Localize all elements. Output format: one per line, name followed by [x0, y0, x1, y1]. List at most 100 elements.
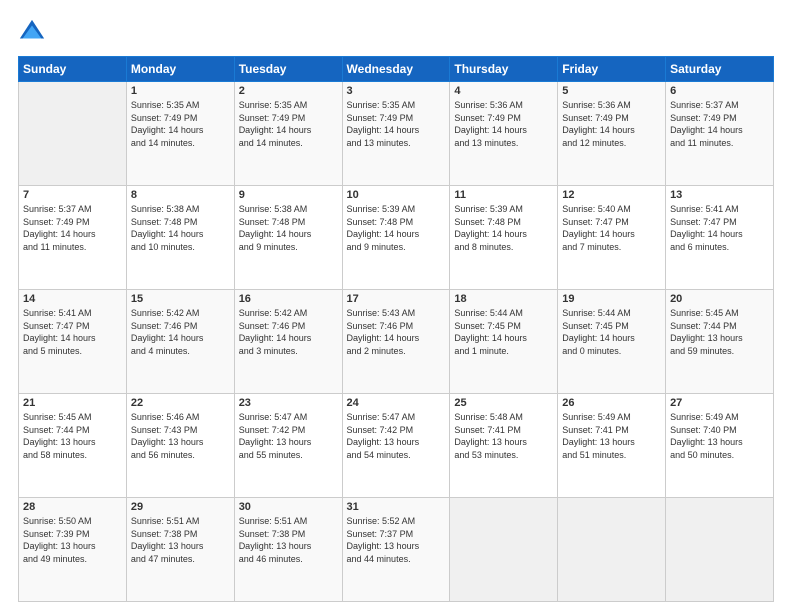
- day-number: 18: [454, 293, 553, 305]
- calendar-cell: 8Sunrise: 5:38 AMSunset: 7:48 PMDaylight…: [126, 186, 234, 290]
- day-info: Sunrise: 5:39 AMSunset: 7:48 PMDaylight:…: [454, 203, 553, 253]
- week-row-1: 7 Sunrise: 5:37 AMSunset: 7:49 PMDaylight…: [19, 186, 774, 290]
- day-number: 24: [347, 397, 446, 409]
- day-info: Sunrise: 5:43 AMSunset: 7:46 PMDaylight:…: [347, 307, 446, 357]
- day-number: 25: [454, 397, 553, 409]
- calendar-cell: 2Sunrise: 5:35 AMSunset: 7:49 PMDaylight…: [234, 82, 342, 186]
- day-info: Sunrise: 5:46 AMSunset: 7:43 PMDaylight:…: [131, 411, 230, 461]
- day-number: 17: [347, 293, 446, 305]
- calendar-cell: 23 Sunrise: 5:47 AMSunset: 7:42 PMDayligh…: [234, 394, 342, 498]
- day-number: 8: [131, 189, 230, 201]
- day-info: Sunrise: 5:42 AMSunset: 7:46 PMDaylight:…: [239, 307, 338, 357]
- day-number: 26: [562, 397, 661, 409]
- header-cell-sunday: Sunday: [19, 57, 127, 82]
- day-number: 6: [670, 85, 769, 97]
- calendar-cell: 7 Sunrise: 5:37 AMSunset: 7:49 PMDaylight…: [19, 186, 127, 290]
- day-number: 30: [239, 501, 338, 513]
- day-number: 27: [670, 397, 769, 409]
- day-info: Sunrise: 5:47 AMSunset: 7:42 PMDaylight:…: [239, 411, 338, 461]
- calendar-cell: 10Sunrise: 5:39 AMSunset: 7:48 PMDayligh…: [342, 186, 450, 290]
- calendar-header: SundayMondayTuesdayWednesdayThursdayFrid…: [19, 57, 774, 82]
- calendar-cell: 1Sunrise: 5:35 AMSunset: 7:49 PMDaylight…: [126, 82, 234, 186]
- day-info: Sunrise: 5:35 AMSunset: 7:49 PMDaylight:…: [239, 99, 338, 149]
- day-info: Sunrise: 5:51 AMSunset: 7:38 PMDaylight:…: [239, 515, 338, 565]
- calendar-body: 1 Sunrise: 5:35 AMSunset: 7:49 PMDaylight…: [19, 82, 774, 602]
- calendar-cell: 27Sunrise: 5:49 AMSunset: 7:40 PMDayligh…: [666, 394, 774, 498]
- header-cell-friday: Friday: [558, 57, 666, 82]
- day-number: 3: [347, 85, 446, 97]
- header: [18, 18, 774, 46]
- calendar-cell: 21Sunrise: 5:45 AMSunset: 7:44 PMDayligh…: [19, 394, 127, 498]
- day-info: Sunrise: 5:41 AMSunset: 7:47 PMDaylight:…: [23, 307, 122, 357]
- calendar-cell: 15Sunrise: 5:42 AMSunset: 7:46 PMDayligh…: [126, 290, 234, 394]
- header-cell-saturday: Saturday: [666, 57, 774, 82]
- calendar-cell: 12Sunrise: 5:40 AMSunset: 7:47 PMDayligh…: [558, 186, 666, 290]
- week-row-4: 28 Sunrise: 5:50 AMSunset: 7:39 PMDayligh…: [19, 498, 774, 602]
- calendar-cell: 13 Sunrise: 5:41 AMSunset: 7:47 PMDayligh…: [666, 186, 774, 290]
- calendar-cell: 22 Sunrise: 5:46 AMSunset: 7:43 PMDayligh…: [126, 394, 234, 498]
- day-info: Sunrise: 5:52 AMSunset: 7:37 PMDaylight:…: [347, 515, 446, 565]
- day-number: 22: [131, 397, 230, 409]
- day-number: 28: [23, 501, 122, 513]
- day-number: 11: [454, 189, 553, 201]
- calendar-cell: 17 Sunrise: 5:43 AMSunset: 7:46 PMDayligh…: [342, 290, 450, 394]
- header-cell-thursday: Thursday: [450, 57, 558, 82]
- day-number: 31: [347, 501, 446, 513]
- calendar-cell: 9 Sunrise: 5:38 AMSunset: 7:48 PMDaylight…: [234, 186, 342, 290]
- calendar-cell: 16 Sunrise: 5:42 AMSunset: 7:46 PMDayligh…: [234, 290, 342, 394]
- logo-icon: [18, 18, 46, 46]
- day-info: Sunrise: 5:44 AMSunset: 7:45 PMDaylight:…: [454, 307, 553, 357]
- day-info: Sunrise: 5:41 AMSunset: 7:47 PMDaylight:…: [670, 203, 769, 253]
- week-row-3: 21Sunrise: 5:45 AMSunset: 7:44 PMDayligh…: [19, 394, 774, 498]
- calendar-cell: [666, 498, 774, 602]
- calendar-cell: 14 Sunrise: 5:41 AMSunset: 7:47 PMDayligh…: [19, 290, 127, 394]
- day-number: 9: [239, 189, 338, 201]
- calendar-table: SundayMondayTuesdayWednesdayThursdayFrid…: [18, 56, 774, 602]
- day-info: Sunrise: 5:44 AMSunset: 7:45 PMDaylight:…: [562, 307, 661, 357]
- day-number: 14: [23, 293, 122, 305]
- header-cell-wednesday: Wednesday: [342, 57, 450, 82]
- day-info: Sunrise: 5:47 AMSunset: 7:42 PMDaylight:…: [347, 411, 446, 461]
- day-info: Sunrise: 5:48 AMSunset: 7:41 PMDaylight:…: [454, 411, 553, 461]
- calendar-cell: 18 Sunrise: 5:44 AMSunset: 7:45 PMDayligh…: [450, 290, 558, 394]
- calendar-cell: [558, 498, 666, 602]
- calendar-cell: 30 Sunrise: 5:51 AMSunset: 7:38 PMDayligh…: [234, 498, 342, 602]
- week-row-2: 14 Sunrise: 5:41 AMSunset: 7:47 PMDayligh…: [19, 290, 774, 394]
- day-info: Sunrise: 5:51 AMSunset: 7:38 PMDaylight:…: [131, 515, 230, 565]
- day-number: 20: [670, 293, 769, 305]
- day-number: 13: [670, 189, 769, 201]
- logo: [18, 18, 50, 46]
- day-number: 21: [23, 397, 122, 409]
- day-number: 15: [131, 293, 230, 305]
- header-cell-monday: Monday: [126, 57, 234, 82]
- day-info: Sunrise: 5:38 AMSunset: 7:48 PMDaylight:…: [239, 203, 338, 253]
- day-number: 19: [562, 293, 661, 305]
- calendar-cell: 31 Sunrise: 5:52 AMSunset: 7:37 PMDayligh…: [342, 498, 450, 602]
- day-number: 23: [239, 397, 338, 409]
- day-info: Sunrise: 5:50 AMSunset: 7:39 PMDaylight:…: [23, 515, 122, 565]
- page: SundayMondayTuesdayWednesdayThursdayFrid…: [0, 0, 792, 612]
- day-info: Sunrise: 5:36 AMSunset: 7:49 PMDaylight:…: [562, 99, 661, 149]
- day-number: 7: [23, 189, 122, 201]
- day-number: 1: [131, 85, 230, 97]
- day-info: Sunrise: 5:35 AMSunset: 7:49 PMDaylight:…: [347, 99, 446, 149]
- calendar-cell: 28 Sunrise: 5:50 AMSunset: 7:39 PMDayligh…: [19, 498, 127, 602]
- calendar-cell: [19, 82, 127, 186]
- day-number: 16: [239, 293, 338, 305]
- calendar-cell: 3 Sunrise: 5:35 AMSunset: 7:49 PMDaylight…: [342, 82, 450, 186]
- day-number: 10: [347, 189, 446, 201]
- day-info: Sunrise: 5:40 AMSunset: 7:47 PMDaylight:…: [562, 203, 661, 253]
- header-row: SundayMondayTuesdayWednesdayThursdayFrid…: [19, 57, 774, 82]
- header-cell-tuesday: Tuesday: [234, 57, 342, 82]
- calendar-cell: [450, 498, 558, 602]
- calendar-cell: 26Sunrise: 5:49 AMSunset: 7:41 PMDayligh…: [558, 394, 666, 498]
- calendar-cell: 24 Sunrise: 5:47 AMSunset: 7:42 PMDayligh…: [342, 394, 450, 498]
- day-number: 29: [131, 501, 230, 513]
- calendar-cell: 29 Sunrise: 5:51 AMSunset: 7:38 PMDayligh…: [126, 498, 234, 602]
- day-number: 5: [562, 85, 661, 97]
- day-info: Sunrise: 5:37 AMSunset: 7:49 PMDaylight:…: [23, 203, 122, 253]
- day-number: 4: [454, 85, 553, 97]
- day-info: Sunrise: 5:45 AMSunset: 7:44 PMDaylight:…: [670, 307, 769, 357]
- day-info: Sunrise: 5:36 AMSunset: 7:49 PMDaylight:…: [454, 99, 553, 149]
- calendar-cell: 11 Sunrise: 5:39 AMSunset: 7:48 PMDayligh…: [450, 186, 558, 290]
